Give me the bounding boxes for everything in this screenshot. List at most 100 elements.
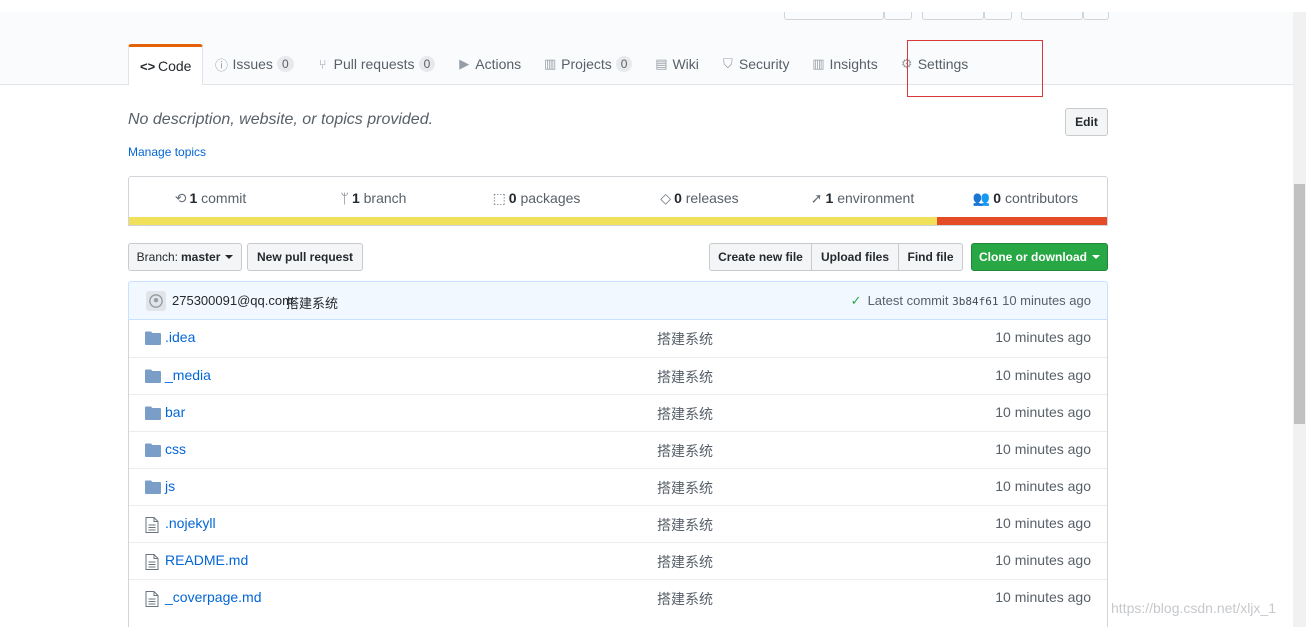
- file-name[interactable]: .idea: [165, 329, 195, 345]
- tab-issues[interactable]: ⓘ Issues 0: [203, 44, 304, 84]
- file-name[interactable]: .nojekyll: [165, 515, 216, 531]
- file-commit-message[interactable]: 搭建系统: [657, 404, 713, 424]
- folder-icon: [145, 406, 161, 420]
- watch-button-partial[interactable]: [784, 12, 884, 20]
- graph-icon: ▥: [812, 56, 825, 71]
- file-row[interactable]: README.md 搭建系统 10 minutes ago: [129, 542, 1107, 579]
- manage-topics-link[interactable]: Manage topics: [128, 145, 206, 159]
- folder-icon: [145, 331, 161, 345]
- commit-message[interactable]: 搭建系统: [286, 293, 338, 312]
- watch-count-partial[interactable]: [884, 12, 912, 20]
- avatar[interactable]: [146, 291, 166, 311]
- fork-button-partial[interactable]: [1021, 12, 1083, 20]
- fork-count-partial[interactable]: [1083, 12, 1109, 20]
- file-commit-message[interactable]: 搭建系统: [657, 552, 713, 572]
- summary-count: 0: [993, 189, 1002, 206]
- summary-label: releases: [685, 189, 739, 206]
- tab-wiki[interactable]: ▤ Wiki: [643, 44, 709, 84]
- commit-author[interactable]: 275300091@qq.com: [172, 293, 293, 308]
- upload-files-button[interactable]: Upload files: [811, 243, 899, 271]
- star-button-partial[interactable]: [922, 12, 984, 20]
- file-row[interactable]: .nojekyll 搭建系统 10 minutes ago: [129, 505, 1107, 542]
- file-list: .idea 搭建系统 10 minutes ago _media 搭建系统 10 minu…: [128, 320, 1108, 627]
- issues-counter: 0: [276, 56, 294, 72]
- file-row[interactable]: bar 搭建系统 10 minutes ago: [129, 394, 1107, 431]
- file-age: 10 minutes ago: [995, 515, 1091, 531]
- summary-count: 0: [508, 189, 517, 206]
- tab-actions[interactable]: ▶ Actions: [446, 44, 532, 84]
- create-new-file-button[interactable]: Create new file: [709, 243, 812, 271]
- file-commit-message[interactable]: 搭建系统: [657, 589, 713, 609]
- play-icon: ▶: [459, 56, 470, 71]
- branch-prefix: Branch:: [136, 250, 178, 264]
- star-count-partial[interactable]: [984, 12, 1012, 20]
- file-commit-message[interactable]: 搭建系统: [657, 515, 713, 535]
- summary-count: 1: [351, 190, 360, 206]
- summary-label: environment: [837, 189, 915, 206]
- people-icon: 👥: [972, 189, 991, 206]
- file-icon: [145, 591, 161, 607]
- file-row[interactable]: .idea 搭建系统 10 minutes ago: [129, 320, 1107, 357]
- summary-contributors[interactable]: 👥 0 contributors: [944, 190, 1107, 207]
- find-file-button[interactable]: Find file: [898, 243, 963, 271]
- language-bar-segment[interactable]: [129, 217, 937, 225]
- file-commit-message[interactable]: 搭建系统: [657, 367, 713, 387]
- file-name[interactable]: bar: [165, 404, 185, 420]
- commit-age: 10 minutes ago: [1002, 293, 1091, 308]
- tab-label: Issues: [232, 56, 273, 72]
- file-row[interactable]: css 搭建系统 10 minutes ago: [129, 431, 1107, 468]
- summary-branches[interactable]: ᛘ1 branch: [292, 190, 455, 206]
- watermark: https://blog.csdn.net/xljx_1: [1111, 600, 1276, 616]
- branch-name: master: [181, 250, 221, 264]
- file-name[interactable]: README.md: [165, 552, 248, 568]
- tab-pull-requests[interactable]: ⑂ Pull requests 0: [305, 44, 447, 84]
- file-name[interactable]: js: [165, 478, 175, 494]
- file-commit-message[interactable]: 搭建系统: [657, 478, 713, 498]
- tag-icon: ◇: [660, 189, 672, 206]
- latest-commit-bar: 275300091@qq.com 搭建系统 ✓ Latest commit 3b8…: [128, 281, 1108, 320]
- file-row[interactable]: _media 搭建系统 10 minutes ago: [129, 357, 1107, 394]
- language-bar-segment[interactable]: [936, 217, 1107, 225]
- tab-label: Projects: [561, 56, 612, 72]
- tab-security[interactable]: ⛉ Security: [710, 44, 801, 84]
- edit-description-button[interactable]: Edit: [1065, 108, 1108, 136]
- summary-count: 1: [825, 189, 834, 206]
- tab-code[interactable]: <> Code: [128, 44, 204, 85]
- summary-environments[interactable]: ➚ 1 environment: [781, 190, 944, 207]
- file-row[interactable]: _coverpage.md 搭建系统 10 minutes ago: [129, 579, 1107, 616]
- summary-commits[interactable]: ⟲ 1 commit: [129, 190, 292, 207]
- package-icon: ⬚: [492, 189, 506, 206]
- clone-or-download-button[interactable]: Clone or download: [971, 243, 1108, 271]
- file-commit-message[interactable]: 搭建系统: [657, 329, 713, 349]
- language-bar[interactable]: [129, 217, 1107, 225]
- file-name[interactable]: _media: [165, 367, 211, 383]
- file-name[interactable]: _coverpage.md: [165, 589, 262, 605]
- tab-insights[interactable]: ▥ Insights: [800, 44, 888, 84]
- chevron-down-icon: [225, 255, 234, 259]
- file-age: 10 minutes ago: [995, 478, 1091, 494]
- folder-icon: [145, 443, 161, 457]
- file-age: 10 minutes ago: [995, 441, 1091, 457]
- tab-label: Security: [738, 56, 790, 72]
- folder-icon: [145, 480, 161, 494]
- branch-select-button[interactable]: Branch: master: [128, 243, 242, 271]
- summary-label: packages: [520, 189, 581, 206]
- summary-label: contributors: [1004, 189, 1079, 206]
- check-icon: ✓: [850, 293, 862, 308]
- file-row[interactable]: js 搭建系统 10 minutes ago: [129, 468, 1107, 505]
- summary-label: commit: [201, 189, 247, 206]
- new-pull-request-button[interactable]: New pull request: [247, 243, 363, 271]
- summary-releases[interactable]: ◇ 0 releases: [618, 190, 781, 207]
- tab-label: Insights: [829, 56, 878, 72]
- folder-icon: [145, 369, 161, 383]
- file-name[interactable]: css: [165, 441, 186, 457]
- pull-requests-counter: 0: [418, 56, 436, 72]
- tab-projects[interactable]: ▥ Projects 0: [532, 44, 643, 84]
- scrollbar-thumb[interactable]: [1294, 184, 1305, 424]
- file-commit-message[interactable]: 搭建系统: [657, 441, 713, 461]
- project-icon: ▥: [544, 56, 557, 71]
- summary-packages[interactable]: ⬚ 0 packages: [455, 190, 618, 207]
- rocket-icon: ➚: [810, 189, 823, 206]
- shield-icon: ⛉: [722, 56, 733, 71]
- commit-sha[interactable]: 3b84f61: [952, 295, 998, 308]
